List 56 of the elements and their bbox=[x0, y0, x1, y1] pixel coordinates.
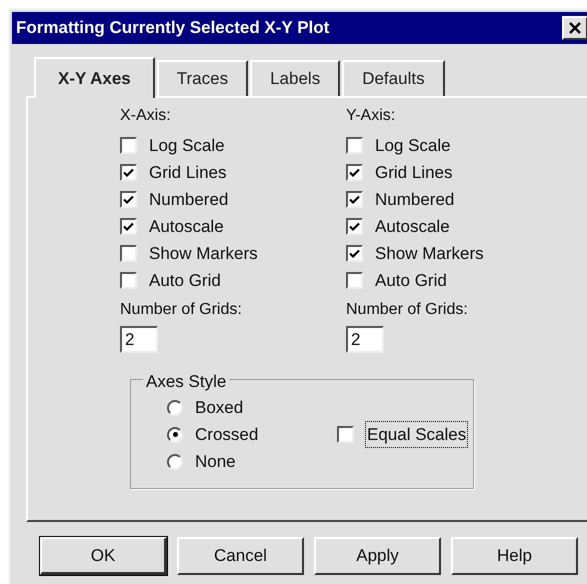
checkbox[interactable] bbox=[120, 164, 137, 181]
radio-label[interactable]: Crossed bbox=[195, 422, 258, 448]
input-field[interactable]: 2 bbox=[120, 326, 158, 353]
tab[interactable]: Traces bbox=[156, 60, 248, 96]
checkbox-label[interactable]: Log Scale bbox=[375, 132, 451, 158]
radio-button[interactable] bbox=[167, 426, 183, 442]
field-label: Number of Grids: bbox=[346, 300, 469, 320]
checkbox-label[interactable]: Autoscale bbox=[375, 214, 450, 240]
radio-button[interactable] bbox=[167, 454, 183, 470]
checkbox-label[interactable]: Auto Grid bbox=[375, 268, 447, 294]
checkbox[interactable] bbox=[120, 245, 137, 262]
checkbox[interactable] bbox=[346, 245, 363, 262]
checkbox-label[interactable]: Log Scale bbox=[149, 132, 225, 158]
check-icon bbox=[349, 222, 360, 232]
input-field[interactable]: 2 bbox=[346, 326, 384, 353]
checkbox[interactable] bbox=[337, 426, 354, 443]
checkbox-label[interactable]: Grid Lines bbox=[149, 160, 226, 186]
check-icon bbox=[123, 168, 134, 178]
radio-label[interactable]: None bbox=[195, 448, 236, 474]
checkbox-label[interactable]: Grid Lines bbox=[375, 160, 452, 186]
checkbox-label[interactable]: Autoscale bbox=[149, 214, 224, 240]
check-icon bbox=[349, 248, 360, 258]
check-icon bbox=[349, 194, 360, 204]
checkbox-label[interactable]: Numbered bbox=[149, 186, 228, 212]
check-icon bbox=[349, 168, 360, 178]
checkbox[interactable] bbox=[346, 191, 363, 208]
axis-heading: X-Axis: bbox=[120, 106, 172, 126]
tab[interactable]: X-Y Axes bbox=[34, 56, 155, 98]
tab[interactable]: Labels bbox=[250, 60, 340, 96]
window-title: Formatting Currently Selected X-Y Plot bbox=[16, 17, 330, 40]
checkbox-label[interactable]: Show Markers bbox=[375, 240, 484, 266]
dialog-button[interactable]: OK bbox=[40, 537, 167, 575]
close-button[interactable] bbox=[562, 16, 587, 40]
checkbox[interactable] bbox=[346, 164, 363, 181]
check-icon bbox=[123, 194, 134, 204]
tab[interactable]: Defaults bbox=[342, 60, 445, 96]
dialog-button[interactable]: Apply bbox=[314, 537, 441, 575]
checkbox-label[interactable]: Numbered bbox=[375, 186, 454, 212]
checkbox[interactable] bbox=[346, 272, 363, 289]
checkbox[interactable] bbox=[120, 137, 137, 154]
radio-label[interactable]: Boxed bbox=[195, 394, 244, 420]
field-label: Number of Grids: bbox=[120, 300, 243, 320]
checkbox-label[interactable]: Equal Scales bbox=[366, 422, 468, 448]
check-icon bbox=[123, 222, 134, 232]
dialog-button[interactable]: Help bbox=[451, 537, 578, 575]
checkbox[interactable] bbox=[120, 191, 137, 208]
checkbox[interactable] bbox=[346, 218, 363, 235]
radio-button[interactable] bbox=[167, 400, 183, 416]
checkbox[interactable] bbox=[120, 218, 137, 235]
checkbox[interactable] bbox=[346, 137, 363, 154]
axis-heading: Y-Axis: bbox=[346, 106, 396, 126]
checkbox-label[interactable]: Show Markers bbox=[149, 240, 258, 266]
checkbox-label[interactable]: Auto Grid bbox=[149, 268, 221, 294]
checkbox[interactable] bbox=[120, 272, 137, 289]
close-icon bbox=[568, 21, 582, 35]
dialog-button[interactable]: Cancel bbox=[177, 537, 304, 575]
